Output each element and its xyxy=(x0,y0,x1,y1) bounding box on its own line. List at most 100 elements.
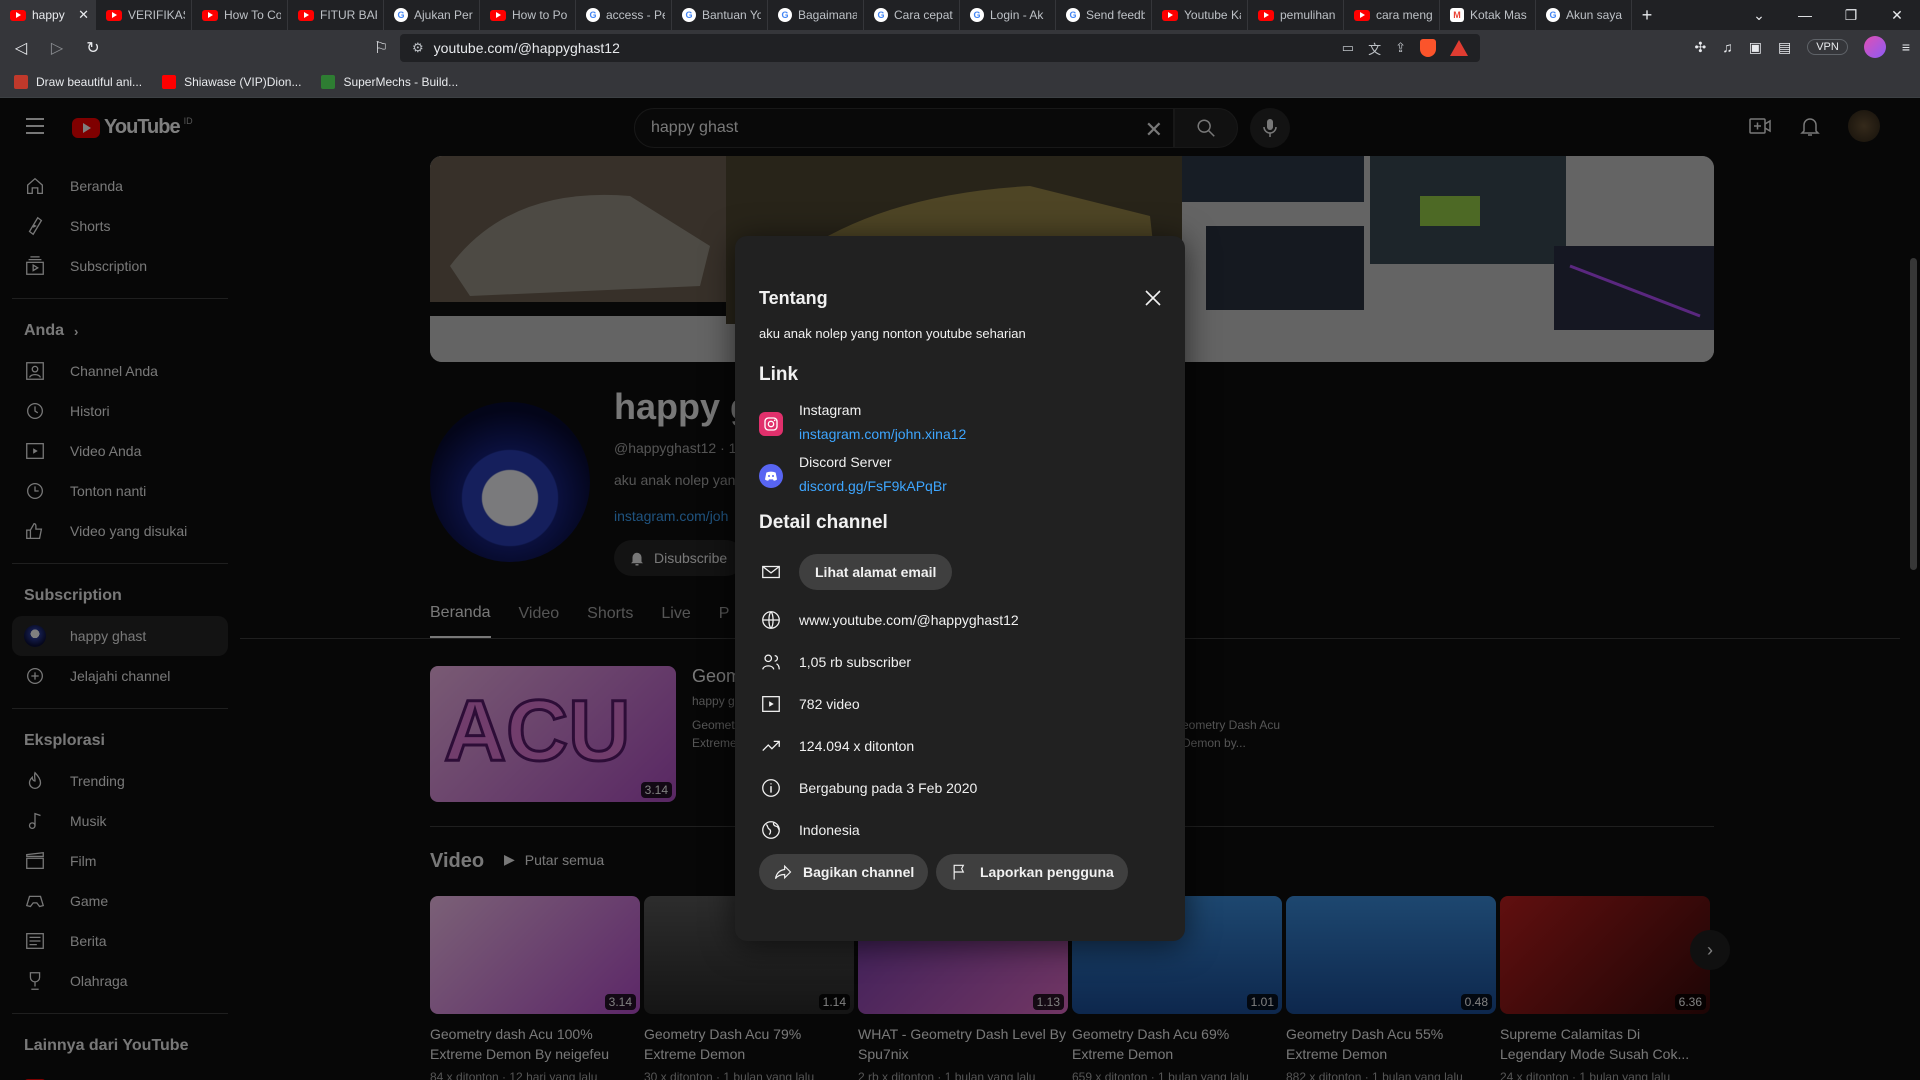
instagram-icon xyxy=(759,412,783,436)
detail-row: 782 video xyxy=(759,692,860,716)
detail-text: Bergabung pada 3 Feb 2020 xyxy=(799,780,978,796)
url-bar[interactable]: ⚙ youtube.com/@happyghast12 ▭ 文 ⇪ xyxy=(400,34,1480,62)
tab-search-icon[interactable]: ⌄ xyxy=(1736,0,1782,30)
browser-tab[interactable]: G Ajukan Per xyxy=(384,0,480,30)
links-heading: Link xyxy=(759,364,799,385)
google-icon: G xyxy=(394,8,408,22)
browser-tab[interactable]: How to Po xyxy=(480,0,576,30)
link-url[interactable]: discord.gg/FsF9kAPqBr xyxy=(799,478,947,494)
minimize-button[interactable]: — xyxy=(1782,0,1828,30)
detail-row: Indonesia xyxy=(759,818,860,842)
tab-title: How to Po xyxy=(512,8,568,22)
link-item: Discord Server discord.gg/FsF9kAPqBr xyxy=(759,454,947,494)
share-channel-button[interactable]: Bagikan channel xyxy=(759,854,929,890)
sidebar-icon[interactable]: ▣ xyxy=(1749,39,1762,56)
google-icon: G xyxy=(778,8,792,22)
brave-shields-icon[interactable] xyxy=(1420,39,1436,57)
link-name: Instagram xyxy=(799,402,862,418)
detail-text: Indonesia xyxy=(799,822,860,838)
about-dialog: Tentang aku anak nolep yang nonton youtu… xyxy=(735,236,1185,941)
tab-title: Bantuan Yo xyxy=(702,8,761,22)
browser-tab[interactable]: G Akun saya xyxy=(1536,0,1632,30)
url-text[interactable]: youtube.com/@happyghast12 xyxy=(434,40,620,56)
back-icon[interactable]: ◁ xyxy=(10,38,32,58)
cast-icon[interactable]: ▭ xyxy=(1342,40,1354,56)
bookmark-label: Draw beautiful ani... xyxy=(36,74,143,89)
bookmark-item[interactable]: SuperMechs - Build... xyxy=(321,74,458,89)
extensions-icon[interactable]: ✣ xyxy=(1695,39,1707,56)
browser-tab[interactable]: G Login - Ak xyxy=(960,0,1056,30)
browser-right-tools: ✣ ♫ ▣ ▤ VPN ≡ xyxy=(1695,36,1910,58)
browser-tab[interactable]: pemulihan xyxy=(1248,0,1344,30)
site-info-icon[interactable]: ⚙ xyxy=(412,40,424,56)
email-row: Lihat alamat email xyxy=(759,554,953,590)
browser-tab[interactable]: How To Co xyxy=(192,0,288,30)
bookmark-icon[interactable]: ⚐ xyxy=(370,38,392,58)
browser-tab[interactable]: VERIFIKASI xyxy=(96,0,192,30)
detail-row: 124.094 x ditonton xyxy=(759,734,914,758)
tab-title: Ajukan Per xyxy=(414,8,473,22)
share-arrow-icon xyxy=(774,864,792,880)
url-tools: ▭ 文 ⇪ xyxy=(1342,39,1468,58)
close-tab-icon[interactable]: ✕ xyxy=(78,7,89,23)
channel-details-heading: Detail channel xyxy=(759,512,888,533)
reload-icon[interactable]: ↻ xyxy=(82,38,104,58)
about-description: aku anak nolep yang nonton youtube sehar… xyxy=(759,326,1026,341)
tab-list: happy ✕ VERIFIKASI How To Co FITUR BARI G Ajuk… xyxy=(0,0,1632,30)
mail-icon xyxy=(759,560,783,584)
vpn-button[interactable]: VPN xyxy=(1807,39,1848,55)
detail-row: www.youtube.com/@happyghast12 xyxy=(759,608,1019,632)
youtube-icon xyxy=(10,9,26,21)
youtube-icon xyxy=(298,9,314,21)
google-icon: G xyxy=(1546,8,1560,22)
browser-tab[interactable]: G Bantuan Yo xyxy=(672,0,768,30)
media-icon[interactable]: ♫ xyxy=(1722,39,1733,55)
share-channel-label: Bagikan channel xyxy=(803,864,915,880)
view-email-button[interactable]: Lihat alamat email xyxy=(799,554,953,590)
youtube-icon xyxy=(1354,9,1370,21)
tab-title: Login - Ak xyxy=(990,8,1044,22)
share-icon[interactable]: ⇪ xyxy=(1395,40,1406,56)
browser-tab[interactable]: happy ✕ xyxy=(0,0,96,30)
browser-tab[interactable]: G Send feedb xyxy=(1056,0,1152,30)
tab-title: Kotak Mas xyxy=(1470,8,1527,22)
browser-tab[interactable]: cara meng xyxy=(1344,0,1440,30)
close-window-button[interactable]: ✕ xyxy=(1874,0,1920,30)
tab-title: VERIFIKASI xyxy=(128,8,185,22)
detail-text: 782 video xyxy=(799,696,860,712)
detail-text: 1,05 rb subscriber xyxy=(799,654,912,670)
link-text: Instagram instagram.com/john.xina12 xyxy=(799,402,966,442)
forward-icon[interactable]: ▷ xyxy=(46,38,68,58)
browser-tab-strip: happy ✕ VERIFIKASI How To Co FITUR BARI G Ajuk… xyxy=(0,0,1920,30)
link-url[interactable]: instagram.com/john.xina12 xyxy=(799,426,966,442)
bookmark-favicon-icon xyxy=(162,74,177,89)
tab-title: access - Pe xyxy=(606,8,665,22)
gmail-icon: M xyxy=(1450,8,1464,22)
bookmark-item[interactable]: Shiawase (VIP)Dion... xyxy=(162,74,301,89)
report-user-button[interactable]: Laporkan pengguna xyxy=(936,854,1128,890)
menu-icon[interactable]: ≡ xyxy=(1902,39,1910,55)
bookmarks-bar: Draw beautiful ani... Shiawase (VIP)Dion.… xyxy=(0,66,1920,98)
flag-icon xyxy=(953,864,965,880)
bookmark-favicon-icon xyxy=(14,74,28,89)
browser-tab[interactable]: Youtube Ka xyxy=(1152,0,1248,30)
detail-text[interactable]: www.youtube.com/@happyghast12 xyxy=(799,612,1019,628)
restore-button[interactable]: ❐ xyxy=(1828,0,1874,30)
profile-avatar[interactable] xyxy=(1863,36,1886,58)
browser-tab[interactable]: G Bagaimana xyxy=(768,0,864,30)
browser-tab[interactable]: FITUR BARI xyxy=(288,0,384,30)
translate-icon[interactable]: 文 xyxy=(1368,39,1381,58)
link-text: Discord Server discord.gg/FsF9kAPqBr xyxy=(799,454,947,494)
brave-rewards-icon[interactable] xyxy=(1450,40,1468,56)
youtube-icon xyxy=(1258,9,1274,21)
globe-location-icon xyxy=(759,818,783,842)
close-icon[interactable] xyxy=(1141,286,1165,310)
browser-tab[interactable]: G Cara cepat xyxy=(864,0,960,30)
window-controls: ⌄ — ❐ ✕ xyxy=(1736,0,1920,30)
browser-tab[interactable]: Gaccess - Pe xyxy=(576,0,672,30)
google-icon: G xyxy=(1066,8,1080,22)
new-tab-button[interactable]: + xyxy=(1632,5,1662,26)
browser-tab[interactable]: M Kotak Mas xyxy=(1440,0,1536,30)
bookmark-item[interactable]: Draw beautiful ani... xyxy=(14,74,143,89)
wallet-icon[interactable]: ▤ xyxy=(1778,39,1791,56)
